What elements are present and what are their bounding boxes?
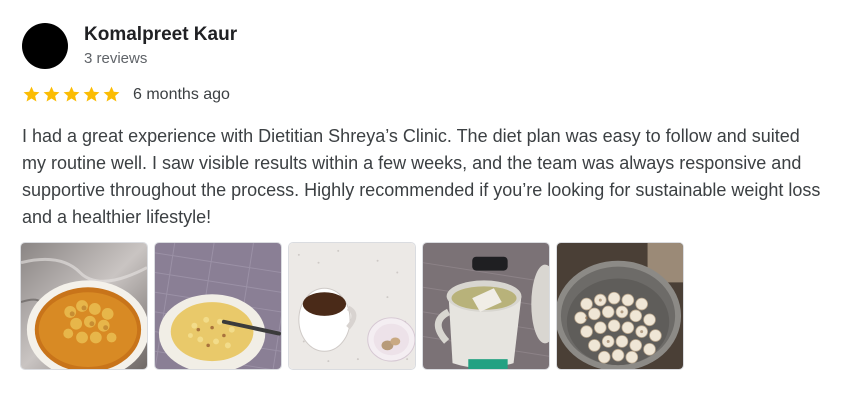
reviewer-avatar[interactable] — [22, 23, 68, 69]
food-plate-poha-photo[interactable] — [154, 242, 282, 370]
star-icon — [83, 86, 100, 102]
star-icon — [63, 86, 80, 102]
makhana-pot-photo[interactable] — [556, 242, 684, 370]
star-rating — [22, 85, 121, 104]
green-tea-mug-photo[interactable] — [422, 242, 550, 370]
food-bowl-curry-photo[interactable] — [20, 242, 148, 370]
star-icon — [23, 86, 40, 102]
tea-cup-snack-photo[interactable] — [288, 242, 416, 370]
review-text: I had a great experience with Dietitian … — [22, 126, 821, 227]
star-icon — [103, 86, 120, 102]
rating-row: 6 months ago — [22, 85, 230, 104]
star-icon — [43, 86, 60, 102]
review-time: 6 months ago — [133, 85, 230, 103]
review-count: 3 reviews — [84, 50, 148, 67]
reviewer-name[interactable]: Komalpreet Kaur — [84, 24, 237, 46]
review-photos — [20, 242, 684, 370]
